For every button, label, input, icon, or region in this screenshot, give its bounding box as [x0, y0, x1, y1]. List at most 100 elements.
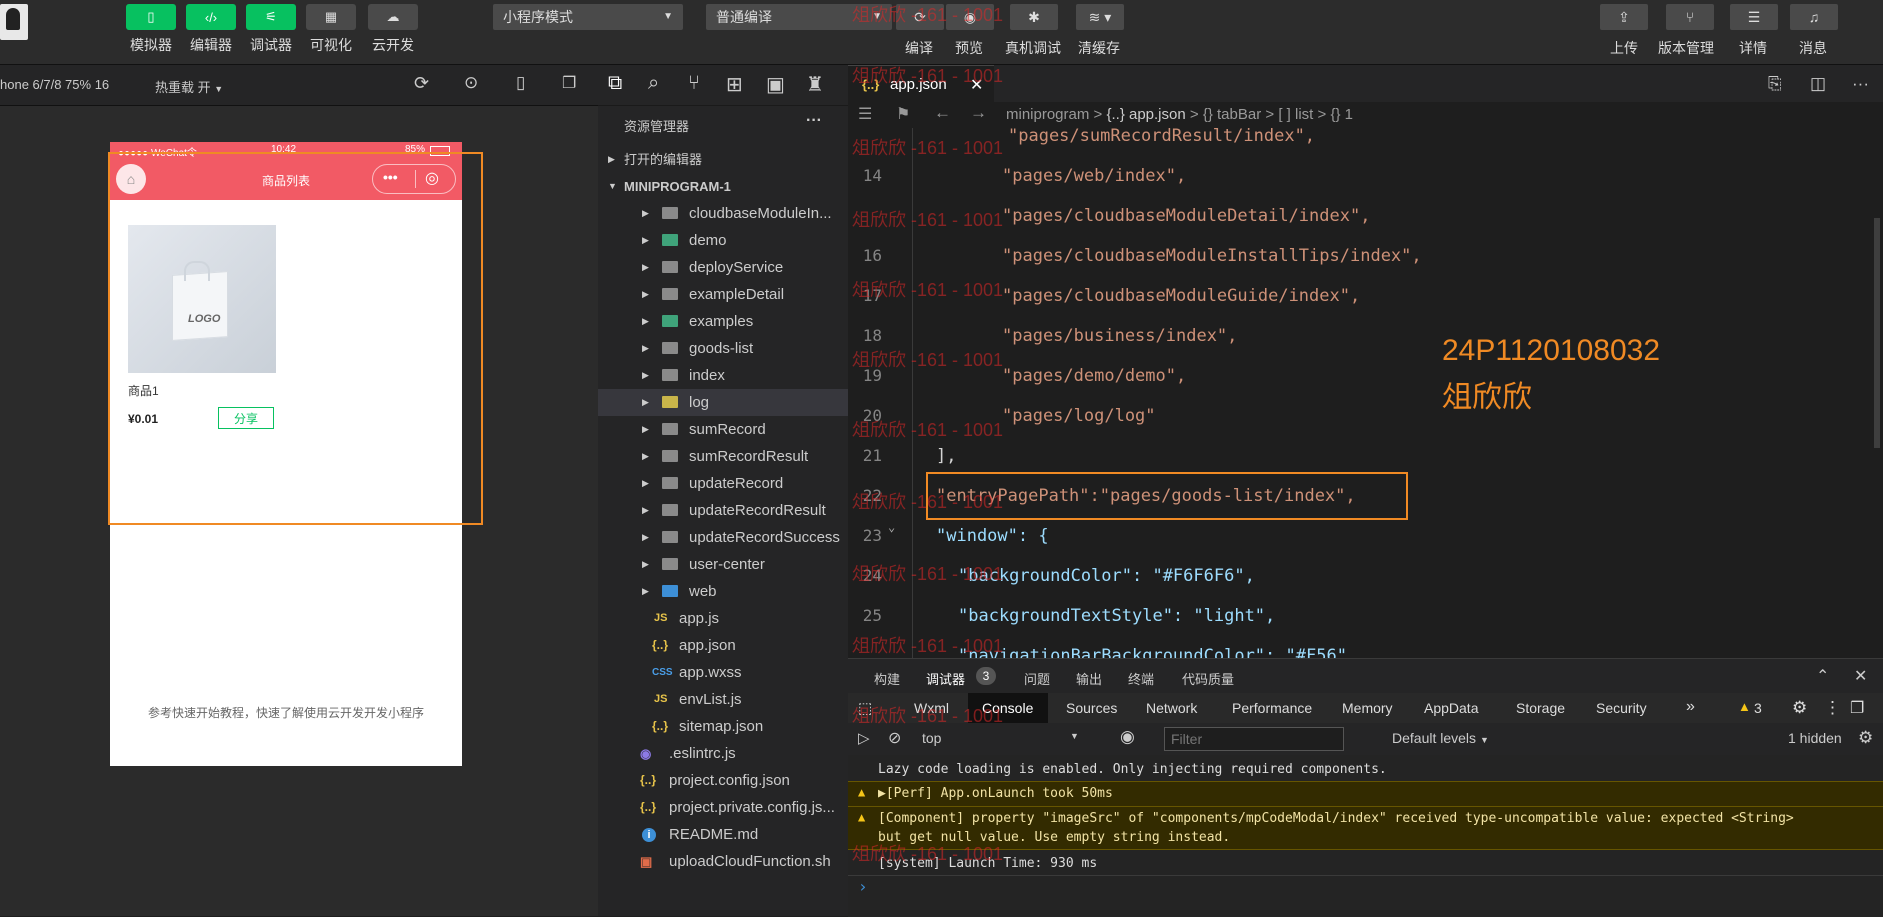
gear-icon[interactable]: ⚙	[1792, 698, 1807, 718]
more-icon[interactable]: ···	[806, 112, 822, 130]
phone-icon[interactable]: ▯	[516, 73, 525, 93]
crumb-sep: >	[1265, 106, 1275, 123]
file-item[interactable]: JS app.js	[598, 605, 848, 632]
folder-item[interactable]: ▶ cloudbaseModuleIn...	[598, 200, 848, 227]
folder-item[interactable]: ▶ deployService	[598, 254, 848, 281]
mode-select[interactable]: 小程序模式 ▼	[493, 4, 683, 30]
bookmark-icon[interactable]: ⚑	[896, 104, 910, 124]
folder-item-selected[interactable]: ▶ log	[598, 389, 848, 416]
warning-count[interactable]: 3	[1754, 700, 1762, 716]
filter-input[interactable]	[1164, 727, 1344, 751]
tab-network[interactable]: Network	[1146, 700, 1197, 716]
git-icon[interactable]: ⑂	[688, 72, 700, 95]
details-button[interactable]: ☰	[1730, 4, 1778, 30]
file-item[interactable]: ▣ uploadCloudFunction.sh	[598, 848, 848, 875]
folder-item[interactable]: ▶ index	[598, 362, 848, 389]
folder-item[interactable]: ▶ updateRecordResult	[598, 497, 848, 524]
tab-security[interactable]: Security	[1596, 700, 1647, 716]
cloud-dev-button[interactable]: ☁ 云开发	[368, 4, 418, 55]
device-select[interactable]: hone 6/7/8 75% 16	[0, 77, 109, 92]
close-icon[interactable]: ✕	[1854, 666, 1867, 686]
folder-item[interactable]: ▶ updateRecordSuccess	[598, 524, 848, 551]
breadcrumb-path[interactable]: miniprogram > {..} app.json > {} tabBar …	[1006, 106, 1353, 123]
folder-item[interactable]: ▶ goods-list	[598, 335, 848, 362]
hot-reload-toggle[interactable]: 热重载 开 ▼	[155, 77, 223, 96]
tab-memory[interactable]: Memory	[1342, 700, 1393, 716]
messages-button[interactable]: ♫	[1790, 4, 1838, 30]
file-item[interactable]: {..} project.config.json	[598, 767, 848, 794]
folder-item[interactable]: ▶ updateRecord	[598, 470, 848, 497]
back-icon[interactable]: ←	[934, 103, 951, 123]
tab-output[interactable]: 输出	[1076, 669, 1102, 688]
extensions-icon[interactable]: ⊞	[726, 72, 743, 97]
project-section[interactable]: ▼ MINIPROGRAM-1	[598, 173, 848, 200]
crumb-item[interactable]: {} 1	[1330, 106, 1353, 123]
console-prompt[interactable]: ›	[858, 877, 868, 896]
files-icon[interactable]: ⧉	[608, 72, 622, 95]
search-icon[interactable]: ⌕	[648, 72, 659, 95]
tab-debugger[interactable]: 调试器	[926, 669, 965, 688]
split-editor-icon[interactable]: ◫	[1810, 74, 1826, 94]
remote-debug-button[interactable]: ✱	[1010, 4, 1058, 30]
forward-icon[interactable]: →	[970, 103, 987, 123]
chevron-up-icon[interactable]: ⌃	[1816, 666, 1829, 686]
version-button[interactable]: ⑂	[1666, 4, 1714, 30]
folder-item[interactable]: ▶ examples	[598, 308, 848, 335]
visual-button[interactable]: ▦ 可视化	[306, 4, 356, 55]
file-item[interactable]: ◉ .eslintrc.js	[598, 740, 848, 767]
avatar[interactable]	[0, 4, 28, 40]
eye-icon[interactable]: ◉	[1120, 727, 1135, 747]
file-item[interactable]: JS envList.js	[598, 686, 848, 713]
context-select[interactable]: top ▼	[914, 727, 1086, 751]
scrollbar[interactable]	[1874, 218, 1880, 448]
tab-problems[interactable]: 问题	[1024, 669, 1050, 688]
more-tabs-icon[interactable]: »	[1686, 698, 1695, 716]
log-line-warning[interactable]: ▲ ▶[Perf] App.onLaunch took 50ms	[848, 781, 1883, 807]
tab-code-quality[interactable]: 代码质量	[1182, 669, 1234, 688]
folder-item[interactable]: ▶ demo	[598, 227, 848, 254]
upload-button[interactable]: ⇪	[1600, 4, 1648, 30]
log-line-warning[interactable]: ▲ [Component] property "imageSrc" of "co…	[848, 807, 1883, 850]
refresh-icon[interactable]: ⟳	[414, 73, 429, 94]
stop-icon[interactable]: ⊙	[464, 73, 478, 93]
split-source-icon[interactable]: ⎘	[1768, 74, 1782, 94]
sidebar-toggle-icon[interactable]: ▷	[858, 729, 870, 747]
levels-select[interactable]: Default levels ▼	[1392, 730, 1489, 746]
file-item[interactable]: {..} sitemap.json	[598, 713, 848, 740]
simulator-button[interactable]: ▯ 模拟器	[126, 4, 176, 55]
crumb-item[interactable]: {} tabBar	[1203, 106, 1261, 123]
file-item[interactable]: i README.md	[598, 821, 848, 848]
debugger-button[interactable]: ⚟ 调试器	[246, 4, 296, 55]
more-icon[interactable]: ···	[1852, 74, 1869, 94]
docker-icon[interactable]: ♜	[806, 72, 824, 97]
open-editors-section[interactable]: ▶ 打开的编辑器	[598, 146, 848, 173]
tab-sources[interactable]: Sources	[1066, 700, 1117, 716]
tab-build[interactable]: 构建	[874, 669, 900, 688]
tab-appdata[interactable]: AppData	[1424, 700, 1478, 716]
tab-performance[interactable]: Performance	[1232, 700, 1312, 716]
folder-item[interactable]: ▶ exampleDetail	[598, 281, 848, 308]
popout-icon[interactable]: ❐	[562, 73, 576, 93]
file-item[interactable]: {..} app.json	[598, 632, 848, 659]
editor-button[interactable]: ‹/› 编辑器	[186, 4, 236, 55]
crumb-item[interactable]: {..} app.json	[1106, 106, 1185, 123]
clear-console-icon[interactable]: ⊘	[888, 728, 901, 748]
kebab-icon[interactable]: ⋮	[1824, 698, 1841, 718]
folder-item[interactable]: ▶ user-center	[598, 551, 848, 578]
tab-terminal[interactable]: 终端	[1128, 669, 1154, 688]
gear-icon[interactable]: ⚙	[1858, 728, 1873, 748]
folder-item[interactable]: ▶ sumRecordResult	[598, 443, 848, 470]
dock-icon[interactable]: ❐	[1850, 698, 1864, 718]
list-icon[interactable]: ☰	[858, 104, 872, 124]
tab-storage[interactable]: Storage	[1516, 700, 1565, 716]
clear-cache-button[interactable]: ≋ ▾	[1076, 4, 1124, 30]
fold-icon[interactable]: ⌄	[888, 520, 895, 534]
folder-item[interactable]: ▶ sumRecord	[598, 416, 848, 443]
code-editor[interactable]: "pages/sumRecordResult/index", 14 "pages/…	[848, 128, 1883, 658]
file-item[interactable]: {..} project.private.config.js...	[598, 794, 848, 821]
storage-icon[interactable]: ▣	[766, 72, 785, 97]
crumb-item[interactable]: miniprogram	[1006, 106, 1089, 123]
folder-item[interactable]: ▶ web	[598, 578, 848, 605]
file-item[interactable]: CSS app.wxss	[598, 659, 848, 686]
crumb-item[interactable]: [ ] list	[1278, 106, 1313, 123]
